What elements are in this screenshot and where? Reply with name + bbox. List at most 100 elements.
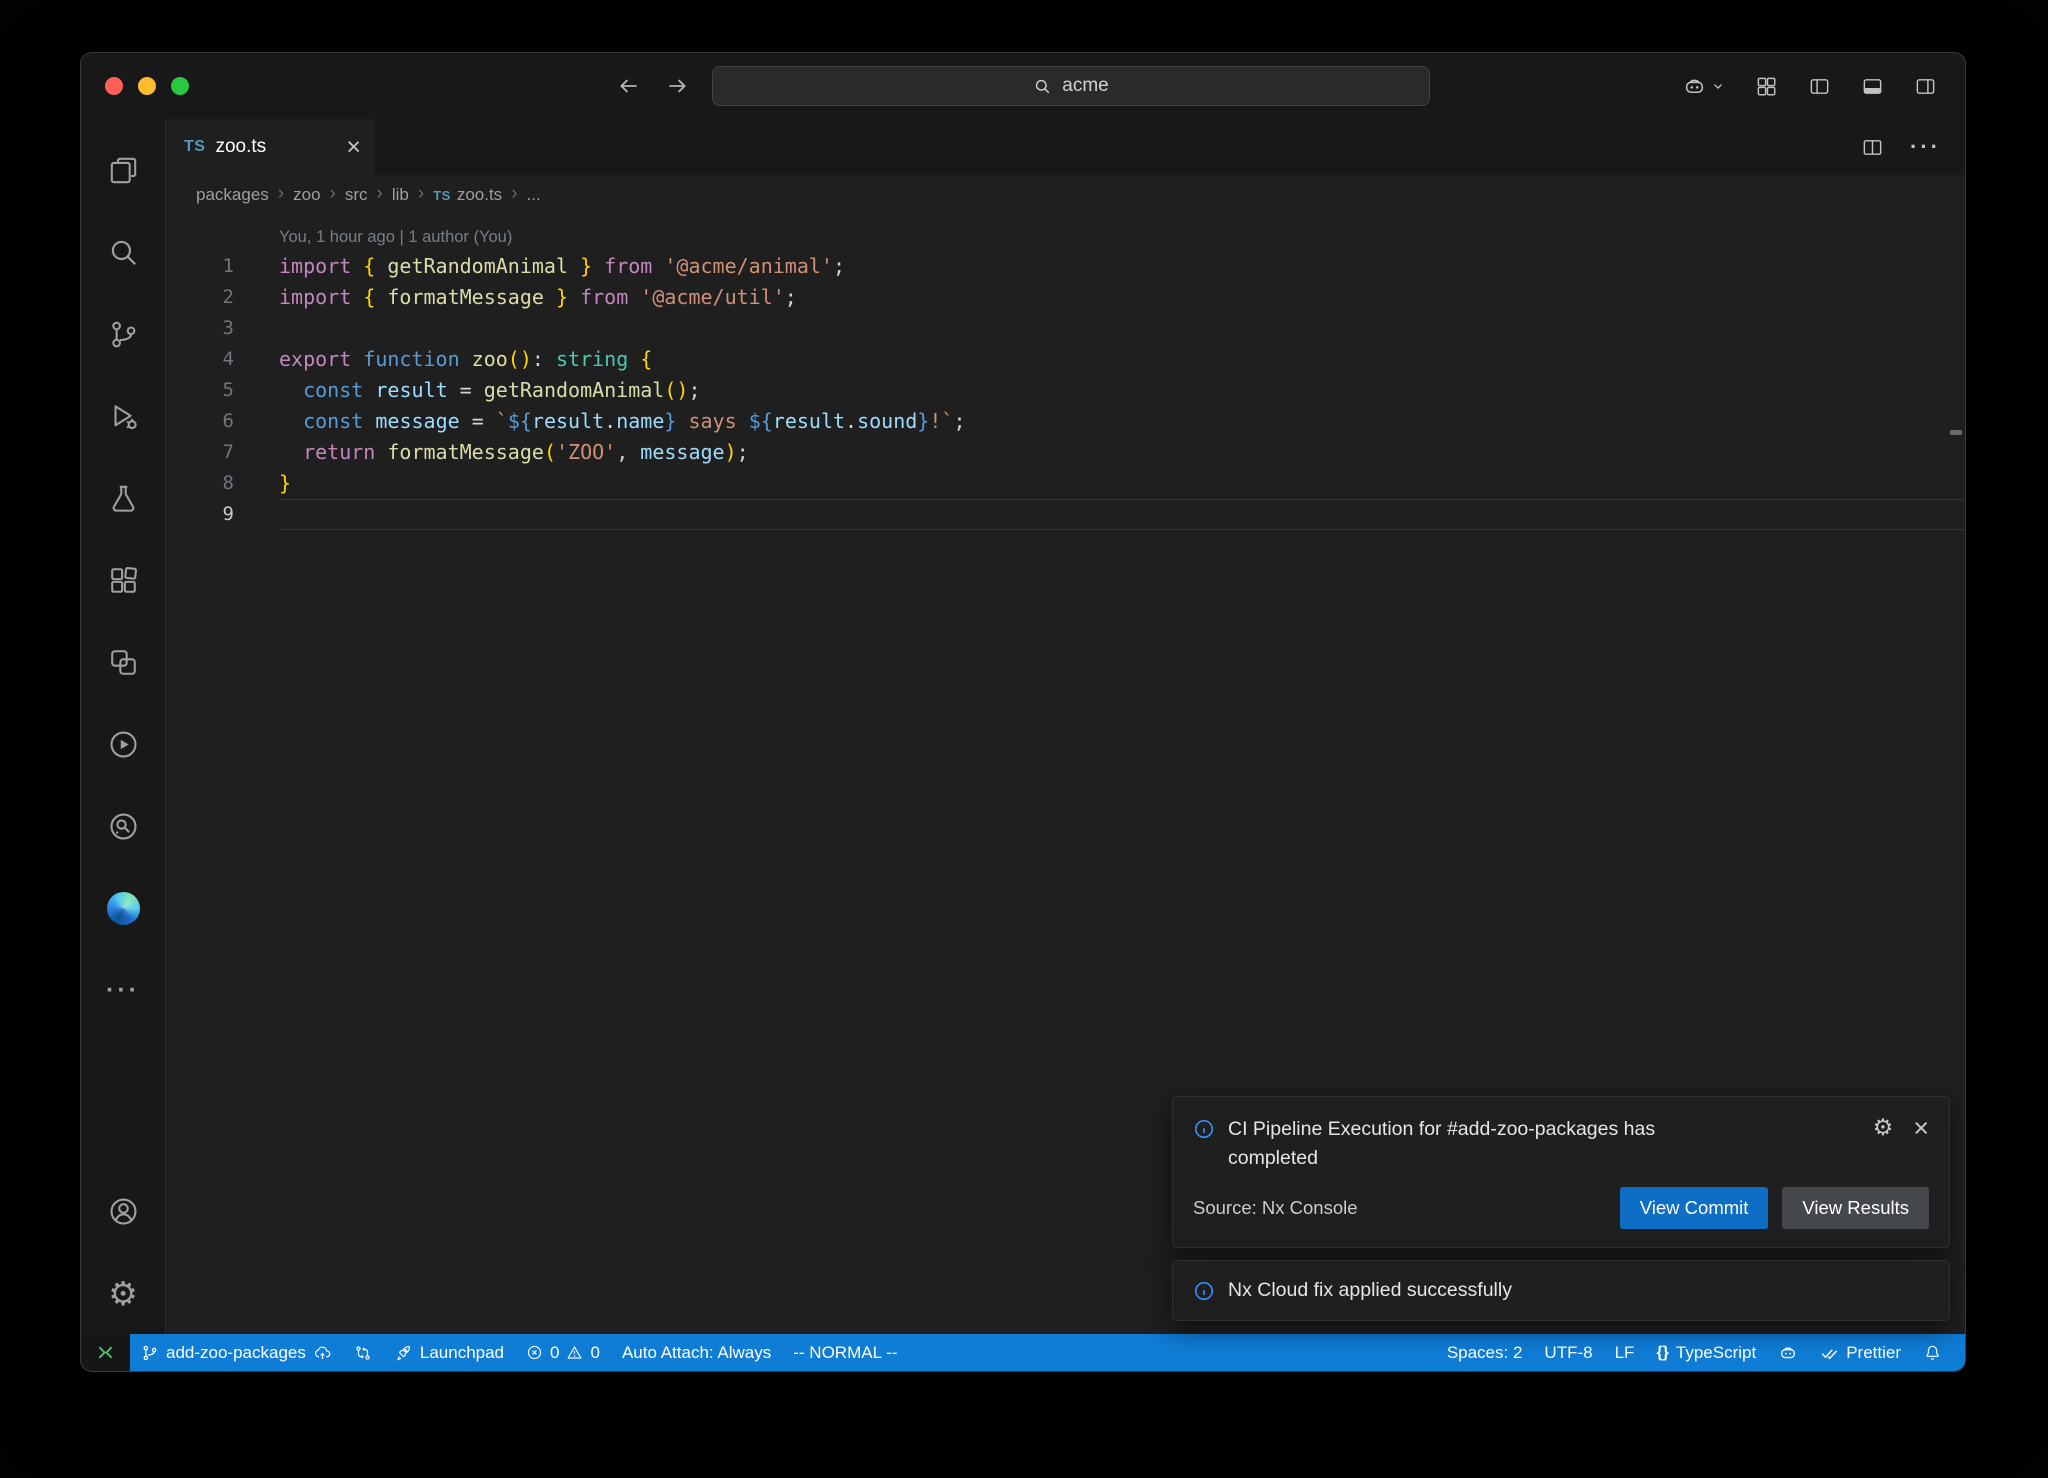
activity-item-explorer[interactable] <box>81 129 165 211</box>
accounts-button[interactable] <box>81 1170 165 1252</box>
breadcrumb: packages › zoo › src › lib › TS zoo.ts ›… <box>166 175 1965 215</box>
command-center-search[interactable]: acme <box>712 66 1430 106</box>
toggle-panel-button[interactable] <box>1861 75 1884 98</box>
warning-icon <box>566 1344 583 1361</box>
code-line-4[interactable]: 4export function zoo(): string { <box>166 344 1965 375</box>
tab-label: zoo.ts <box>215 136 266 158</box>
activity-item-source-control[interactable] <box>81 293 165 375</box>
braces-icon: {} <box>1656 1344 1668 1362</box>
error-icon <box>526 1344 543 1361</box>
chevron-right-icon: › <box>377 183 383 205</box>
search-icon <box>107 236 140 269</box>
breadcrumb-item-zoo[interactable]: zoo <box>293 185 320 205</box>
gitlens-blame-annotation[interactable]: You, 1 hour ago | 1 author (You) <box>279 223 1965 251</box>
bell-icon <box>1923 1343 1942 1362</box>
activity-item-testing[interactable] <box>81 457 165 539</box>
status-prettier[interactable]: Prettier <box>1809 1334 1912 1371</box>
line-number: 8 <box>166 468 234 499</box>
status-copilot[interactable] <box>1767 1334 1809 1371</box>
git-branch-icon <box>141 1344 159 1362</box>
code-text: import { formatMessage } from '@acme/uti… <box>279 282 1965 313</box>
go-back-button[interactable] <box>616 73 642 99</box>
tab-bar-empty <box>375 119 1861 175</box>
status-eol[interactable]: LF <box>1604 1334 1646 1371</box>
status-bar-right: Spaces: 2 UTF-8 LF {} TypeScript Prettie… <box>1436 1334 1965 1371</box>
activity-item-inspector[interactable] <box>81 785 165 867</box>
activity-item-edge-browser[interactable] <box>81 867 165 949</box>
extensions-icon <box>107 564 140 597</box>
split-editor-button[interactable] <box>1861 136 1884 159</box>
fullscreen-window-button[interactable] <box>171 77 189 95</box>
settings-button[interactable]: ⚙ <box>81 1252 165 1334</box>
close-tab-button[interactable]: × <box>346 135 361 160</box>
more-actions-button[interactable]: ··· <box>1910 134 1941 160</box>
status-vim-mode[interactable]: -- NORMAL -- <box>782 1334 908 1371</box>
status-launchpad[interactable]: Launchpad <box>383 1334 515 1371</box>
activity-item-extensions[interactable] <box>81 539 165 621</box>
code-line-3[interactable]: 3 <box>166 313 1965 344</box>
code-line-2[interactable]: 2import { formatMessage } from '@acme/ut… <box>166 282 1965 313</box>
status-encoding[interactable]: UTF-8 <box>1533 1334 1603 1371</box>
code-line-5[interactable]: 5 const result = getRandomAnimal(); <box>166 375 1965 406</box>
git-branch-icon <box>107 318 140 351</box>
code-text: export function zoo(): string { <box>279 344 1965 375</box>
close-window-button[interactable] <box>105 77 123 95</box>
prettier-label: Prettier <box>1846 1343 1901 1363</box>
activity-item-nx-console[interactable] <box>81 621 165 703</box>
code-line-9[interactable]: 9 <box>166 499 1965 530</box>
activity-item-search[interactable] <box>81 211 165 293</box>
activity-item-run-debug[interactable] <box>81 375 165 457</box>
activity-item-run-circle[interactable] <box>81 703 165 785</box>
copilot-icon <box>1778 1343 1798 1363</box>
status-language[interactable]: {} TypeScript <box>1645 1334 1767 1371</box>
code-line-1[interactable]: 1import { getRandomAnimal } from '@acme/… <box>166 251 1965 282</box>
status-notifications-bell[interactable] <box>1912 1334 1953 1371</box>
status-problems[interactable]: 0 0 <box>515 1334 611 1371</box>
panel-right-icon <box>1914 75 1937 98</box>
status-indentation[interactable]: Spaces: 2 <box>1436 1334 1534 1371</box>
breadcrumb-item-src[interactable]: src <box>345 185 368 205</box>
activity-bar: ··· ⚙ <box>81 119 166 1334</box>
customize-layout-button[interactable] <box>1755 75 1778 98</box>
status-branch[interactable]: add-zoo-packages <box>130 1334 343 1371</box>
search-icon <box>1033 77 1052 96</box>
minimize-window-button[interactable] <box>138 77 156 95</box>
titlebar-actions <box>1682 53 1965 119</box>
breadcrumb-item-symbol[interactable]: ... <box>527 185 541 205</box>
gear-icon: ⚙ <box>108 1277 138 1310</box>
status-bar-left: add-zoo-packages Launchpad 0 0 Au <box>81 1334 1436 1371</box>
magnifier-circle-icon <box>107 810 140 843</box>
code-line-7[interactable]: 7 return formatMessage('ZOO', message); <box>166 437 1965 468</box>
status-compare[interactable] <box>343 1334 383 1371</box>
cloud-upload-icon <box>313 1343 332 1362</box>
code-text <box>279 499 1965 530</box>
line-number: 3 <box>166 313 234 344</box>
breadcrumb-item-packages[interactable]: packages <box>196 185 269 205</box>
panel-bottom-icon <box>1861 75 1884 98</box>
rocket-icon <box>394 1343 413 1362</box>
encoding-label: UTF-8 <box>1544 1343 1592 1363</box>
code-text <box>279 313 1965 344</box>
code-line-6[interactable]: 6 const message = `${result.name} says $… <box>166 406 1965 437</box>
view-results-button[interactable]: View Results <box>1782 1187 1929 1229</box>
status-auto-attach[interactable]: Auto Attach: Always <box>611 1334 782 1371</box>
code-text: import { getRandomAnimal } from '@acme/a… <box>279 251 1965 282</box>
chevron-down-icon <box>1711 79 1725 93</box>
activity-item-more-views[interactable]: ··· <box>81 949 165 1031</box>
go-forward-button[interactable] <box>664 73 690 99</box>
notification-close-button[interactable]: × <box>1913 1115 1929 1142</box>
remote-indicator[interactable] <box>81 1334 130 1371</box>
breadcrumb-item-lib[interactable]: lib <box>392 185 409 205</box>
line-number: 7 <box>166 437 234 468</box>
tab-zoo-ts[interactable]: TS zoo.ts × <box>166 119 375 175</box>
toggle-secondary-sidebar-button[interactable] <box>1914 75 1937 98</box>
view-commit-button[interactable]: View Commit <box>1620 1187 1769 1229</box>
double-check-icon <box>1820 1343 1839 1362</box>
toggle-primary-sidebar-button[interactable] <box>1808 75 1831 98</box>
code-line-8[interactable]: 8} <box>166 468 1965 499</box>
titlebar: acme <box>81 53 1965 119</box>
breadcrumb-item-file[interactable]: TS zoo.ts <box>433 185 502 205</box>
notification-settings-button[interactable]: ⚙ <box>1873 1117 1894 1140</box>
copilot-menu-button[interactable] <box>1682 74 1725 99</box>
notification-center: CI Pipeline Execution for #add-zoo-packa… <box>1172 1096 1950 1321</box>
